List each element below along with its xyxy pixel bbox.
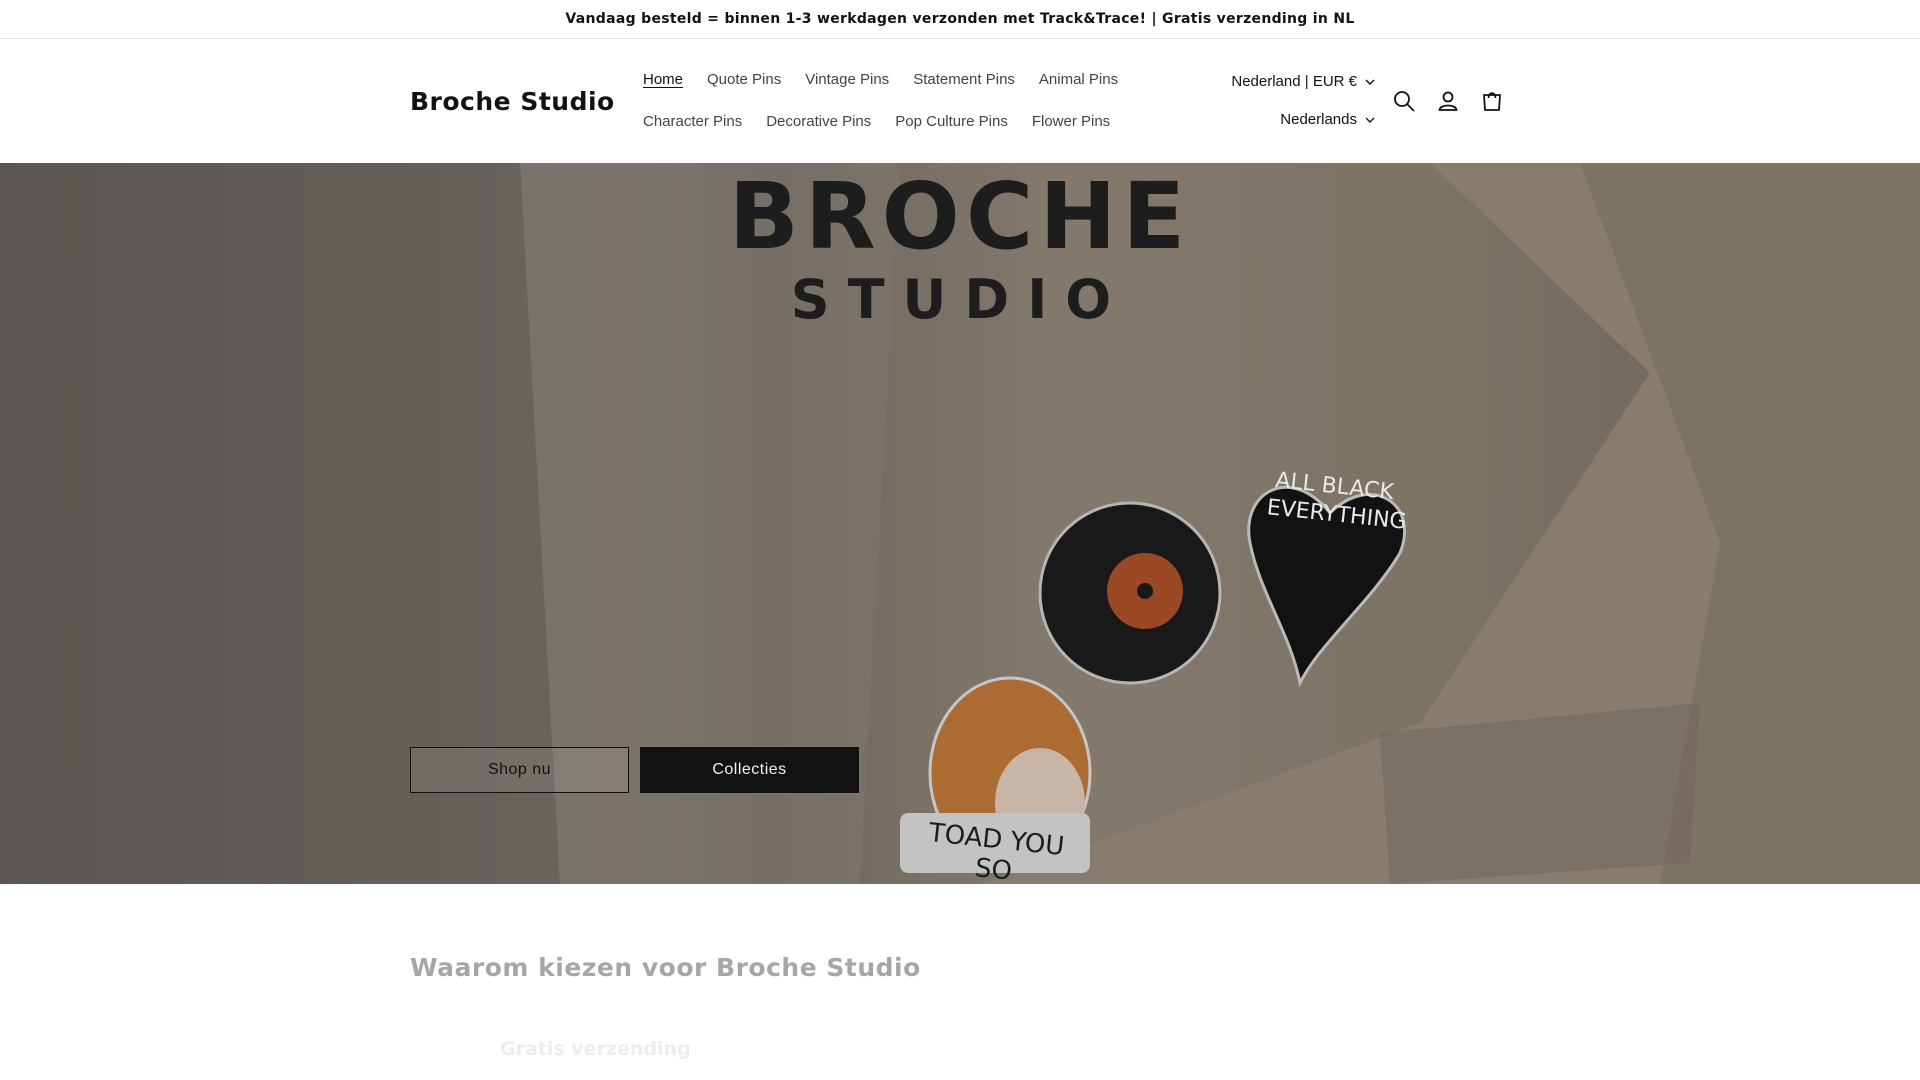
nav-quote-pins[interactable]: Quote Pins <box>695 71 793 88</box>
nav-flower-pins[interactable]: Flower Pins <box>1020 113 1122 130</box>
hero-logo-line-2: STUDIO <box>790 268 1130 331</box>
nav-statement-pins[interactable]: Statement Pins <box>901 71 1027 88</box>
nav-pop-culture-pins[interactable]: Pop Culture Pins <box>883 113 1020 130</box>
main-nav-row-1: Home Quote Pins Vintage Pins Statement P… <box>643 71 1130 88</box>
chevron-down-icon <box>1365 117 1375 123</box>
search-icon[interactable] <box>1392 89 1416 113</box>
shop-now-button[interactable]: Shop nu <box>410 747 629 793</box>
account-icon[interactable] <box>1436 89 1460 113</box>
nav-character-pins[interactable]: Character Pins <box>643 113 754 130</box>
hero-logo-line-1: BROCHE <box>728 163 1192 270</box>
nav-animal-pins[interactable]: Animal Pins <box>1027 71 1130 88</box>
language-selector[interactable]: Nederlands <box>1280 111 1375 128</box>
cart-icon[interactable] <box>1480 89 1504 113</box>
announcement-text: Vandaag besteld = binnen 1-3 werkdagen v… <box>565 11 1355 27</box>
feature-title: Gratis verzending <box>500 1038 691 1060</box>
nav-decorative-pins[interactable]: Decorative Pins <box>754 113 883 130</box>
brand-logo[interactable]: Broche Studio <box>410 87 615 116</box>
chevron-down-icon <box>1365 79 1375 85</box>
announcement-bar: Vandaag besteld = binnen 1-3 werkdagen v… <box>0 0 1920 39</box>
language-selector-label: Nederlands <box>1280 111 1357 128</box>
country-selector[interactable]: Nederland | EUR € <box>1231 73 1375 90</box>
why-choose-heading: Waarom kiezen voor Broche Studio <box>410 952 921 982</box>
main-nav-row-2: Character Pins Decorative Pins Pop Cultu… <box>643 113 1122 130</box>
nav-home[interactable]: Home <box>643 71 695 88</box>
nav-vintage-pins[interactable]: Vintage Pins <box>793 71 901 88</box>
hero-banner: BROCHE STUDIO ALL BLACK EVERYTHING TOAD … <box>0 163 1920 884</box>
country-selector-label: Nederland | EUR € <box>1231 73 1357 90</box>
collections-button[interactable]: Collecties <box>640 747 859 793</box>
site-header: Broche Studio Home Quote Pins Vintage Pi… <box>0 39 1920 164</box>
